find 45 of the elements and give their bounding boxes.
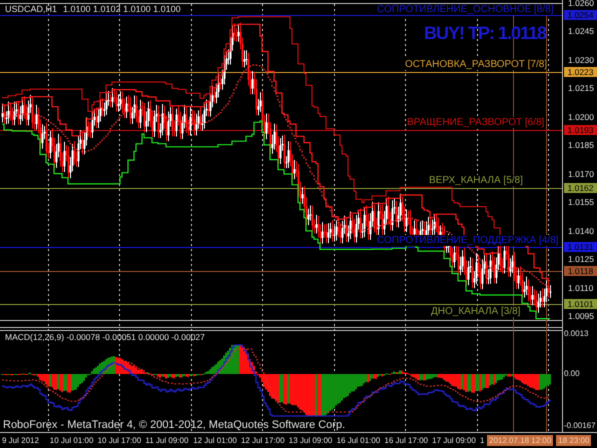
price-axis-label: 1.0125 (568, 254, 594, 264)
time-axis-label: 13 Jul 09:00 (288, 436, 334, 446)
price-tag: 1.0162 (564, 183, 597, 193)
price-tag: 1.0193 (564, 125, 597, 135)
time-axis-label: 11 Jul 09:00 (145, 436, 190, 446)
level-label: ВРАЩЕНИЕ_РАЗВОРОТ [6/8] (406, 117, 546, 128)
time-axis-label: 1 (480, 436, 484, 446)
price-axis-label: 1.0110 (568, 282, 594, 293)
price-tag: 1.0118 (564, 266, 597, 276)
time-axis-label: 17 Jul 09:00 (432, 436, 477, 446)
time-axis-label: 12 Jul 01:00 (193, 436, 238, 446)
time-axis-label: 10 Jul 17:00 (98, 436, 142, 446)
price-tag: 1.0254 (564, 10, 597, 20)
time-marker: 18 23:00 (556, 435, 592, 446)
macd-axis-label: -0.00167 (564, 421, 596, 431)
macd-axis-label: 0.0013 (564, 329, 588, 339)
price-axis-label: 1.0230 (568, 54, 594, 65)
level-label: СОПРОТИВЛЕНИЕ_ПОДДЕРЖКА [4/8] (376, 235, 560, 246)
price-axis-label: 1.0200 (568, 112, 594, 122)
price-tag: 1.0223 (564, 67, 597, 77)
level-label: ДНО_КАНАЛА [3/8] (430, 306, 522, 317)
level-label: ОСТАНОВКА_РАЗВОРОТ [7/8] (404, 59, 548, 70)
symbol-label: USDCAD,H1 (5, 4, 58, 14)
macd-label: MACD(12,26,9) -0.00078 -0.00051 0.00000 -0.00027 (5, 332, 205, 342)
price-axis-label: 1.0170 (568, 168, 594, 179)
time-axis-label: 16 Jul 01:00 (336, 436, 382, 446)
price-axis-label: 1.0095 (568, 311, 594, 322)
price-axis-label: 1.0260 (568, 0, 594, 8)
price-axis-label: 1.0155 (568, 197, 594, 208)
time-axis-label: 12 Jul 17:00 (240, 436, 286, 446)
level-label: ВЕРХ_КАНАЛА [5/8] (428, 175, 524, 186)
time-axis-label: 9 Jul 2012 (2, 436, 40, 446)
price-axis-label: 1.0245 (568, 26, 594, 36)
time-axis-label: 10 Jul 01:00 (50, 436, 94, 446)
ohlc-values: 1.0100 1.0102 1.0100 1.0100 (63, 4, 181, 14)
macd-axis-label: 0.00 (564, 369, 580, 379)
level-label: СОПРОТИВЛЕНИЕ_ОСНОВНОЕ [8/8] (376, 4, 554, 15)
time-axis-label: 16 Jul 17:00 (384, 436, 429, 446)
time-marker: 2012.07.18 12:00 (487, 435, 554, 446)
price-axis-label: 1.0140 (568, 226, 594, 236)
price-tag: 1.0101 (564, 299, 597, 309)
price-axis-label: 1.0215 (568, 83, 594, 94)
price-tag: 1.0131 (564, 242, 597, 252)
price-axis-label: 1.0185 (568, 140, 594, 150)
copyright-text: RoboForex - MetaTrader 4, © 2001-2012, MetaQuotes Software Corp. (3, 419, 346, 431)
